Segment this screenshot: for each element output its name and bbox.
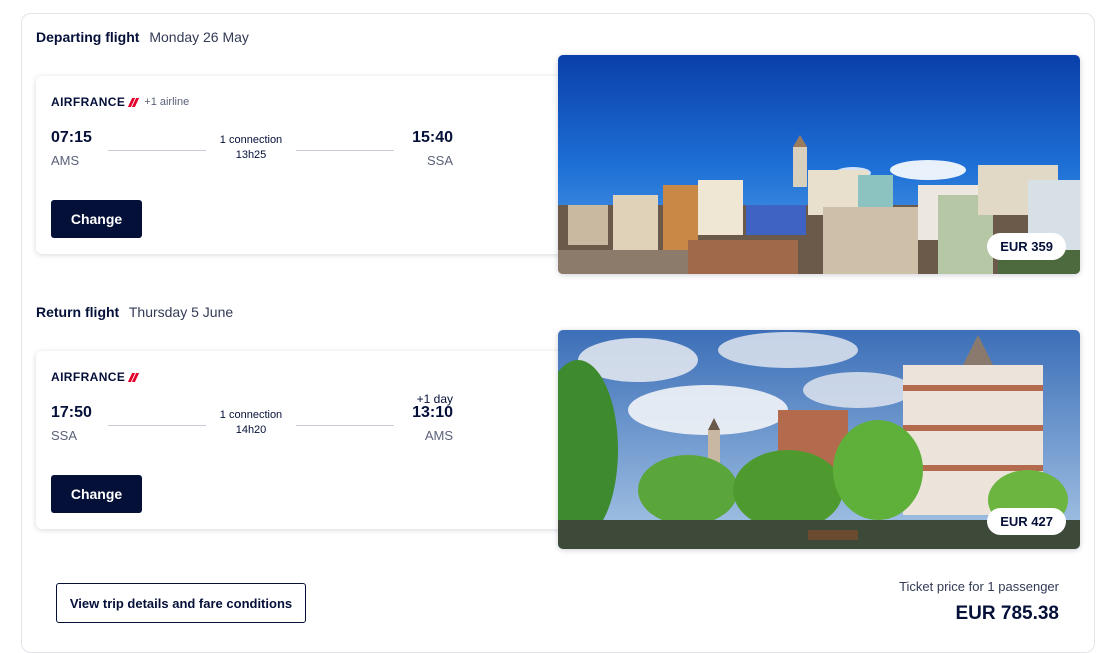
change-departing-button[interactable]: Change [51, 200, 142, 238]
airline-logo-text: AIRFRANCE [51, 95, 126, 109]
flight-duration: 14h20 [235, 424, 267, 436]
return-flight-card: AIRFRANCE +1 day 17:50 SSA 1 connection … [36, 351, 566, 529]
arrival-time: 13:10 [412, 404, 453, 421]
airline-logo-text: AIRFRANCE [51, 370, 126, 384]
view-trip-details-button[interactable]: View trip details and fare conditions [56, 583, 306, 623]
ticket-price-label: Ticket price for 1 passenger [899, 579, 1059, 594]
route-line-left [108, 425, 206, 426]
return-price-badge: EUR 427 [987, 508, 1066, 535]
arrival-airport: SSA [426, 153, 453, 168]
route-line-right [296, 425, 394, 426]
route-line-left [108, 150, 206, 151]
arrival-airport: AMS [424, 428, 453, 443]
extra-airline-count: +1 airline [144, 96, 190, 108]
departure-time: 07:15 [51, 129, 92, 146]
departing-airline-row: AIRFRANCE +1 airline [51, 95, 189, 109]
connection-info: 1 connection 13h25 [206, 134, 296, 161]
connection-count: 1 connection [219, 409, 283, 421]
route-line-right [296, 150, 394, 151]
airfrance-stripe-icon [128, 97, 140, 107]
arrival-time: 15:40 [412, 129, 453, 146]
return-airline-row: AIRFRANCE [51, 370, 140, 384]
change-return-button[interactable]: Change [51, 475, 142, 513]
destination-photo-salvador: EUR 359 [558, 55, 1080, 274]
connection-count: 1 connection [219, 134, 283, 146]
airfrance-logo: AIRFRANCE [51, 370, 140, 384]
departure-airport: AMS [51, 153, 80, 168]
airfrance-stripe-icon [128, 372, 140, 382]
departing-price-badge: EUR 359 [987, 233, 1066, 260]
return-flight-heading: Return flight Thursday 5 June [36, 304, 233, 320]
departing-heading-label: Departing flight [36, 29, 140, 45]
departing-flight-heading: Departing flight Monday 26 May [36, 29, 249, 45]
departing-date: Monday 26 May [149, 29, 249, 45]
return-heading-label: Return flight [36, 304, 120, 320]
flight-duration: 13h25 [235, 149, 267, 161]
destination-photo-amsterdam: EUR 427 [558, 330, 1080, 549]
departure-airport: SSA [51, 428, 78, 443]
connection-info: 1 connection 14h20 [206, 409, 296, 436]
airfrance-logo: AIRFRANCE [51, 95, 140, 109]
ticket-total-price: EUR 785.38 [955, 603, 1059, 624]
return-date: Thursday 5 June [128, 304, 234, 320]
departing-flight-card: AIRFRANCE +1 airline 07:15 AMS 1 connect… [36, 76, 566, 254]
departure-time: 17:50 [51, 404, 92, 421]
